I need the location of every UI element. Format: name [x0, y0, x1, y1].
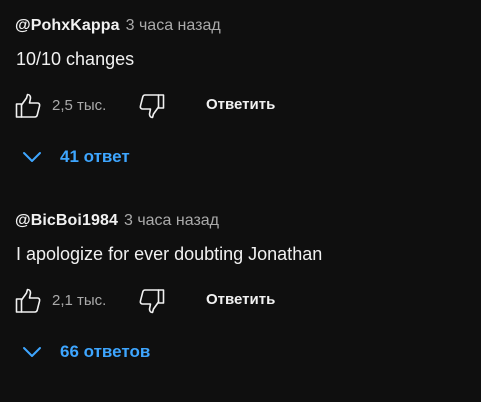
comment-time[interactable]: 3 часа назад [124, 212, 219, 230]
comment-actions: 2,5 тыс. Ответить [15, 91, 315, 121]
replies-toggle[interactable]: 41 ответ [21, 145, 130, 169]
comment-actions: 2,1 тыс. Ответить [15, 286, 315, 316]
replies-count-label: 66 ответов [60, 342, 151, 361]
chevron-down-icon [21, 341, 43, 363]
reply-button[interactable]: Ответить [206, 291, 275, 308]
like-count: 2,5 тыс. [52, 97, 107, 114]
comment-thread: @BicBoi1984 3 часа назад I apologize for… [15, 208, 470, 361]
dislike-button[interactable] [137, 286, 167, 316]
comment-text: I apologize for ever doubting Jonathan [16, 244, 323, 264]
like-count: 2,1 тыс. [52, 292, 107, 309]
comments-section: @PohxKappa 3 часа назад 10/10 changes 2,… [0, 0, 481, 402]
thumbs-down-icon [139, 289, 165, 314]
thumbs-down-icon [139, 94, 165, 119]
reply-button[interactable]: Ответить [206, 96, 275, 113]
chevron-down-icon [21, 146, 43, 168]
comment-header: @PohxKappa 3 часа назад [15, 13, 470, 39]
comment-time[interactable]: 3 часа назад [126, 17, 221, 35]
replies-count-label: 41 ответ [60, 147, 130, 166]
comment-thread: @PohxKappa 3 часа назад 10/10 changes 2,… [15, 13, 470, 166]
thumbs-up-icon [15, 93, 41, 118]
like-button[interactable] [13, 91, 43, 121]
replies-toggle[interactable]: 66 ответов [21, 340, 150, 364]
comment-author[interactable]: @PohxKappa [15, 17, 120, 35]
comment-author[interactable]: @BicBoi1984 [15, 212, 118, 230]
like-button[interactable] [13, 286, 43, 316]
dislike-button[interactable] [137, 91, 167, 121]
comment-header: @BicBoi1984 3 часа назад [15, 208, 470, 234]
comment-text: 10/10 changes [16, 49, 135, 69]
thumbs-up-icon [15, 288, 41, 313]
